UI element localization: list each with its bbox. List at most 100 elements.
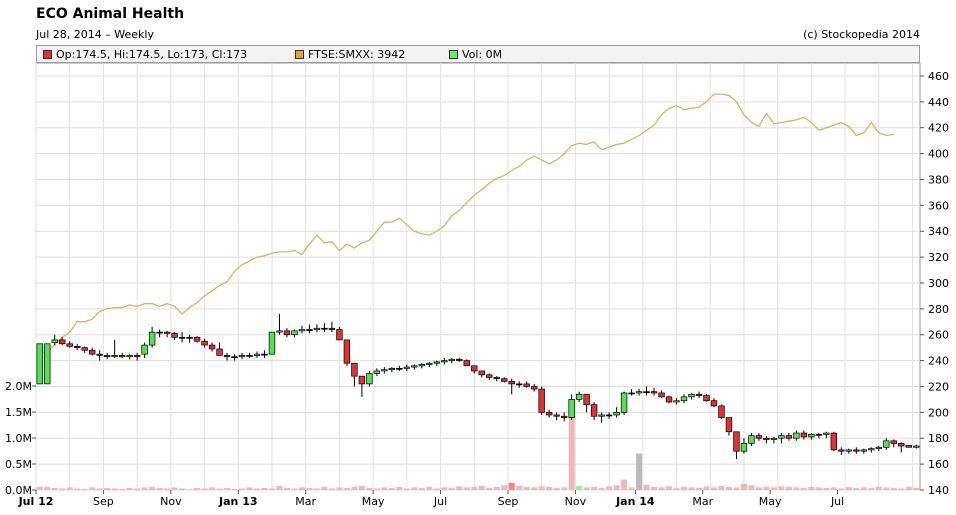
x-tick-label: Nov (565, 495, 587, 508)
volume-bar (471, 486, 478, 490)
volume-bar (104, 487, 111, 490)
volume-bar (119, 488, 126, 490)
candle-body (426, 362, 433, 365)
volume-bar (283, 487, 290, 490)
x-tick-label: Mar (692, 495, 713, 508)
volume-bar (291, 488, 298, 490)
candle-body (560, 415, 568, 418)
candle-body (785, 435, 793, 439)
candle-body (321, 327, 328, 330)
candle-body (366, 373, 373, 385)
price-chart: 140 160 180 200 220 240 260 280 300 320 340 360 380 4… (5, 62, 949, 508)
volume-bar (194, 487, 201, 490)
candle-body (718, 405, 725, 418)
candle-body (868, 448, 875, 451)
x-tick-label: Jul 12 (18, 495, 54, 508)
y-tick-label: 360 (928, 199, 949, 212)
candle-body (665, 396, 673, 403)
volume-bar (591, 486, 598, 490)
volume-bar (673, 487, 680, 490)
volume-bar (823, 487, 830, 490)
volume-bar (531, 487, 538, 490)
candle-body (860, 449, 868, 452)
volume-bar (156, 487, 163, 490)
candle-body (223, 355, 231, 358)
y-tick-label: 140 (928, 484, 949, 497)
candle-body (59, 339, 66, 345)
volume-bar (666, 486, 673, 490)
candle-body (381, 369, 388, 372)
candle-body (733, 431, 740, 452)
volume-bar (433, 488, 440, 490)
x-tick-label: Jul (433, 495, 447, 508)
candle-body (396, 368, 403, 370)
candle-body (545, 412, 553, 416)
volume-bar (403, 488, 410, 490)
volume-bar (696, 487, 702, 490)
y-tick-label: 420 (928, 122, 949, 135)
candle-body (133, 355, 141, 358)
candle-body (171, 333, 178, 338)
candle-body (643, 391, 650, 394)
candle-body (276, 330, 283, 333)
volume-bar (343, 487, 350, 490)
volume-bar (710, 487, 717, 490)
volume-bar (96, 488, 103, 490)
candle-body (433, 361, 440, 364)
volume-bar (126, 487, 133, 490)
volume-tick-label: 2.0M (5, 380, 32, 393)
candle-body (448, 358, 455, 361)
candle-body (530, 386, 538, 390)
volume-bar (36, 486, 43, 490)
volume-bar (875, 486, 882, 490)
y-tick-label: 220 (928, 380, 949, 393)
candle-body (96, 353, 103, 356)
candle-body (238, 355, 246, 358)
candle-body (103, 355, 111, 358)
x-tick-label: May (759, 495, 782, 508)
candle-body (830, 432, 838, 451)
volume-bar (478, 485, 485, 490)
volume-bar (703, 486, 710, 490)
candle-body (44, 343, 51, 385)
candle-body (688, 393, 695, 398)
volume-bar (770, 487, 777, 490)
candle-body (478, 370, 485, 376)
volume-bar (366, 487, 373, 490)
candle-body (186, 336, 193, 339)
y-tick-label: 300 (928, 277, 949, 290)
y-tick-label: 280 (928, 303, 949, 316)
candle-body (163, 331, 171, 334)
x-tick-label: Jan 14 (615, 495, 655, 508)
y-tick-label: 260 (928, 329, 949, 342)
volume-bar (643, 484, 650, 490)
candle-body (373, 370, 381, 374)
volume-bar (209, 487, 216, 490)
volume-bar (441, 487, 448, 490)
candle-body (306, 329, 313, 331)
volume-tick-label: 0.5M (5, 458, 32, 471)
candle-body (815, 434, 823, 436)
candle-body (538, 388, 545, 413)
candle-body (51, 339, 58, 343)
volume-bar (763, 486, 770, 490)
candle-body (411, 365, 418, 368)
candle-body (598, 414, 605, 417)
y-tick-label: 240 (928, 355, 949, 368)
volume-bar (546, 486, 553, 490)
x-tick-label: Sep (498, 495, 519, 508)
candle-body (755, 435, 763, 439)
volume-bar (793, 487, 800, 490)
candle-body (246, 355, 253, 357)
candle-body (673, 400, 680, 403)
candle-body (493, 377, 500, 380)
volume-bar (388, 487, 395, 490)
volume-bar (261, 487, 268, 490)
candle-body (680, 396, 688, 402)
candle-body (605, 414, 613, 417)
candle-body (710, 400, 718, 407)
volume-bar (606, 486, 613, 490)
volume-bar (508, 482, 515, 490)
y-tick-label: 160 (928, 458, 949, 471)
volume-bar (51, 487, 58, 490)
